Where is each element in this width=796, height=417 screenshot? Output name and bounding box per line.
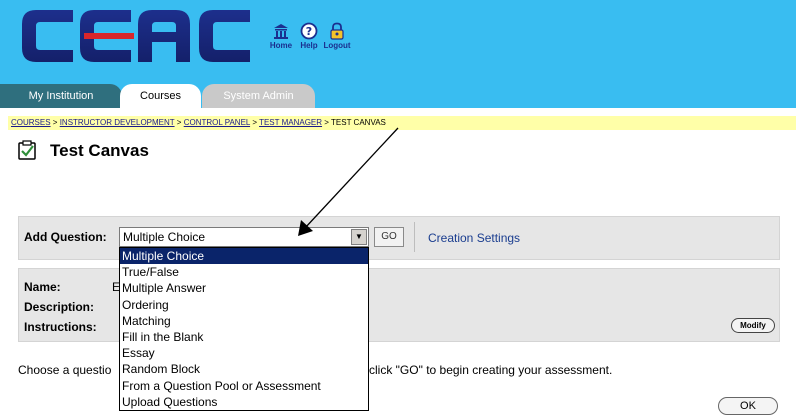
ccac-logo bbox=[22, 10, 250, 62]
modify-button[interactable]: Modify bbox=[731, 318, 775, 333]
tab-courses[interactable]: Courses bbox=[120, 84, 201, 108]
page-title: Test Canvas bbox=[50, 141, 149, 160]
tab-system-admin[interactable]: System Admin bbox=[202, 84, 315, 108]
tab-my-institution[interactable]: My Institution bbox=[0, 84, 122, 108]
help-icon: ? bbox=[300, 22, 318, 40]
name-label: Name: bbox=[24, 280, 61, 294]
description-label: Description: bbox=[24, 300, 95, 314]
instruction-text-left: Choose a questio bbox=[18, 363, 112, 377]
breadcrumb-test-manager[interactable]: TEST MANAGER bbox=[259, 118, 322, 127]
creation-settings-link[interactable]: Creation Settings bbox=[428, 231, 520, 245]
option-multiple-answer[interactable]: Multiple Answer bbox=[120, 280, 368, 296]
help-label: Help bbox=[300, 41, 318, 50]
option-true-false[interactable]: True/False bbox=[120, 264, 368, 280]
option-upload-questions[interactable]: Upload Questions bbox=[120, 394, 368, 410]
question-type-dropdown: Multiple Choice True/False Multiple Answ… bbox=[119, 247, 369, 411]
breadcrumb-separator: > bbox=[52, 118, 58, 127]
top-nav: Home ? Help Logout bbox=[268, 22, 351, 50]
breadcrumb-separator: > bbox=[252, 118, 257, 127]
chevron-down-icon[interactable]: ▼ bbox=[351, 229, 367, 245]
breadcrumb-courses[interactable]: COURSES bbox=[11, 118, 51, 127]
home-label: Home bbox=[269, 41, 293, 50]
option-ordering[interactable]: Ordering bbox=[120, 297, 368, 313]
breadcrumb-current: TEST CANVAS bbox=[331, 118, 386, 127]
svg-text:?: ? bbox=[306, 25, 312, 38]
option-question-pool[interactable]: From a Question Pool or Assessment bbox=[120, 378, 368, 394]
question-type-selected-value: Multiple Choice bbox=[123, 230, 206, 244]
header-banner: Home ? Help Logout My Institution Course… bbox=[0, 0, 796, 108]
divider bbox=[414, 222, 415, 252]
ok-button[interactable]: OK bbox=[718, 397, 778, 415]
checklist-icon bbox=[18, 140, 36, 160]
option-multiple-choice[interactable]: Multiple Choice bbox=[120, 248, 368, 265]
logout-label: Logout bbox=[323, 41, 351, 50]
breadcrumb-control-panel[interactable]: CONTROL PANEL bbox=[184, 118, 250, 127]
home-link[interactable]: Home bbox=[268, 22, 294, 50]
logout-link[interactable]: Logout bbox=[323, 22, 351, 50]
option-matching[interactable]: Matching bbox=[120, 313, 368, 329]
help-link[interactable]: ? Help bbox=[296, 22, 322, 50]
option-essay[interactable]: Essay bbox=[120, 345, 368, 361]
breadcrumb-instructor-development[interactable]: INSTRUCTOR DEVELOPMENT bbox=[60, 118, 175, 127]
instructions-label: Instructions: bbox=[24, 320, 97, 334]
add-question-label: Add Question: bbox=[24, 230, 107, 244]
question-type-select[interactable]: Multiple Choice ▼ bbox=[119, 227, 369, 247]
option-fill-in-the-blank[interactable]: Fill in the Blank bbox=[120, 329, 368, 345]
option-random-block[interactable]: Random Block bbox=[120, 361, 368, 377]
breadcrumb-separator: > bbox=[324, 118, 329, 127]
breadcrumb-separator: > bbox=[176, 118, 182, 127]
go-button[interactable]: GO bbox=[374, 227, 404, 247]
home-icon bbox=[274, 24, 288, 39]
instruction-text-right: click "GO" to begin creating your assess… bbox=[369, 363, 613, 377]
lock-icon bbox=[330, 22, 344, 40]
breadcrumb: COURSES > INSTRUCTOR DEVELOPMENT > CONTR… bbox=[8, 116, 796, 130]
